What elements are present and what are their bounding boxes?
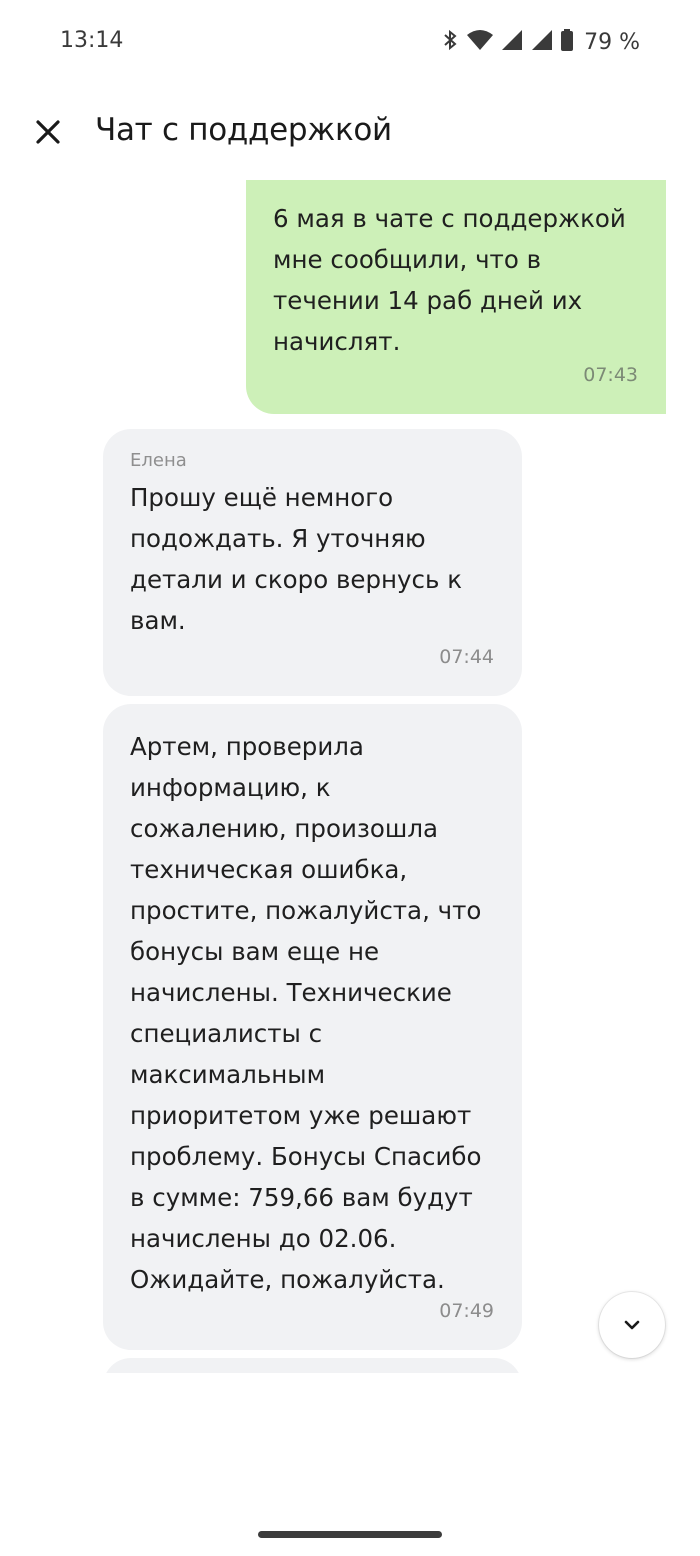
message-incoming[interactable]: Артем, проверила информацию, к сожалению… — [103, 704, 522, 1350]
close-icon — [36, 120, 60, 144]
message-text: Артем, проверила информацию, к сожалению… — [130, 732, 482, 1294]
message-sender: Елена — [130, 450, 187, 471]
message-outgoing[interactable]: 6 мая в чате с поддержкой мне сообщили, … — [246, 180, 666, 414]
message-time: 07:44 — [439, 646, 494, 668]
chevron-down-icon — [624, 1320, 640, 1330]
message-incoming[interactable]: Елена Прошу ещё немного подождать. Я уто… — [103, 429, 522, 696]
message-incoming-partial[interactable] — [103, 1358, 522, 1373]
status-icons: 79 % — [440, 28, 640, 56]
message-text: Прошу ещё немного подождать. Я уточняю д… — [130, 483, 463, 635]
status-time: 13:14 — [60, 28, 124, 53]
page-title: Чат с поддержкой — [95, 112, 392, 148]
battery-icon — [560, 28, 574, 56]
close-button[interactable] — [30, 114, 66, 150]
status-bar: 13:14 79 % — [0, 0, 700, 88]
navigation-handle[interactable] — [258, 1531, 442, 1538]
scroll-to-bottom-button[interactable] — [599, 1292, 665, 1358]
chat-message-list[interactable]: 6 мая в чате с поддержкой мне сообщили, … — [0, 180, 700, 1373]
message-text: 6 мая в чате с поддержкой мне сообщили, … — [273, 204, 626, 356]
bluetooth-icon — [440, 28, 460, 56]
message-time: 07:49 — [439, 1300, 494, 1322]
battery-percent: 79 % — [584, 29, 640, 55]
app-header: Чат с поддержкой — [0, 100, 700, 164]
signal-icon — [530, 28, 554, 56]
message-time: 07:43 — [583, 364, 638, 386]
signal-icon — [500, 28, 524, 56]
wifi-icon — [466, 28, 494, 56]
